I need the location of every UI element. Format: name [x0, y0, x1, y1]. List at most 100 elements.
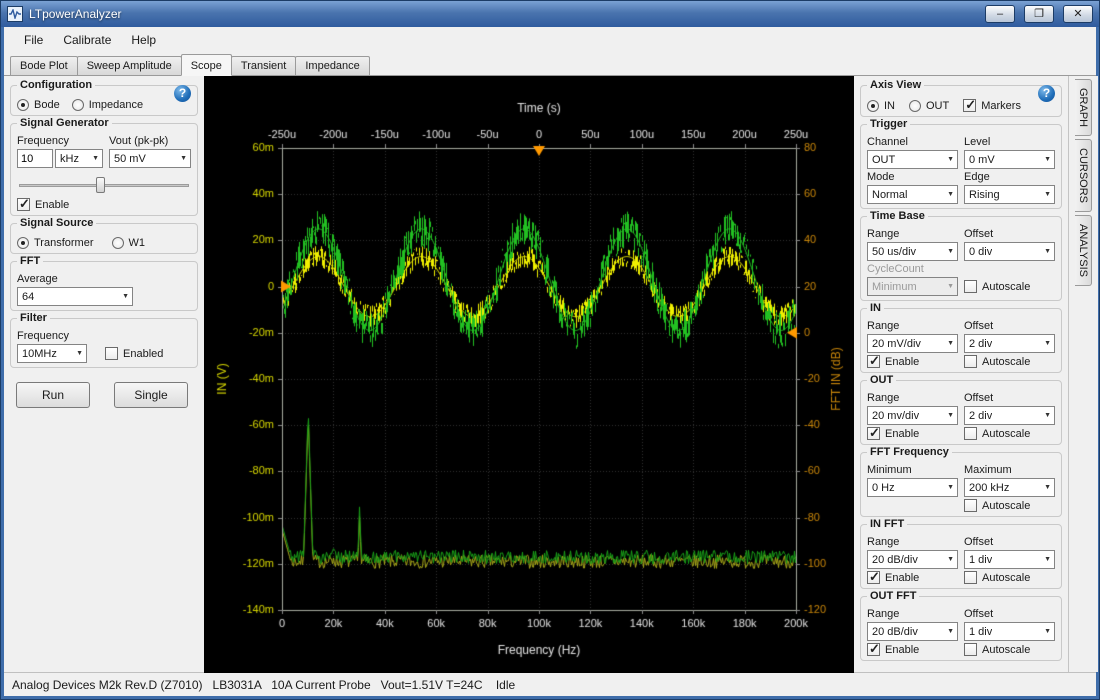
- help-icon[interactable]: ?: [1038, 85, 1055, 102]
- checkbox-icon: [964, 643, 977, 656]
- in-axis-title: IN: [867, 302, 884, 314]
- filter-frequency-select[interactable]: 10MHz ▼: [17, 344, 87, 363]
- chevron-down-icon: ▼: [946, 556, 955, 563]
- filter-group: Filter Frequency 10MHz ▼ Enabled: [10, 318, 198, 368]
- radio-bode[interactable]: Bode: [17, 99, 60, 111]
- timebase-range-select[interactable]: 50 us/div ▼: [867, 242, 958, 261]
- radio-icon: [17, 237, 29, 249]
- vout-select[interactable]: 50 mV ▼: [109, 149, 191, 168]
- checkbox-icon: [963, 99, 976, 112]
- range-label: Range: [867, 320, 958, 332]
- fft-frequency-group: FFT Frequency Minimum Maximum 0 Hz ▼ 200…: [860, 452, 1062, 517]
- radio-axis-in[interactable]: IN: [867, 100, 895, 112]
- frequency-unit-select[interactable]: kHz ▼: [55, 149, 103, 168]
- maximize-button[interactable]: ❐: [1024, 5, 1054, 23]
- out-axis-group: OUT Range Offset 20 mv/div ▼ 2 div ▼: [860, 380, 1062, 445]
- chevron-down-icon: ▼: [946, 484, 955, 491]
- in-autoscale-checkbox[interactable]: Autoscale: [964, 355, 1055, 368]
- sg-enable-checkbox[interactable]: Enable: [17, 198, 191, 211]
- side-tab-analysis[interactable]: ANALYSIS: [1075, 215, 1092, 286]
- scope-plot-canvas[interactable]: [204, 76, 854, 673]
- markers-checkbox[interactable]: Markers: [963, 99, 1021, 112]
- timebase-autoscale-checkbox[interactable]: Autoscale: [964, 280, 1055, 293]
- fftfreq-max-select[interactable]: 200 kHz ▼: [964, 478, 1055, 497]
- checkbox-icon: [964, 571, 977, 584]
- menu-item-help[interactable]: Help: [121, 29, 166, 51]
- trigger-mode-select[interactable]: Normal ▼: [867, 185, 958, 204]
- trigger-group: Trigger Channel Level OUT ▼ 0 mV ▼ Mode: [860, 124, 1062, 209]
- close-button[interactable]: ✕: [1063, 5, 1093, 23]
- filter-enabled-checkbox[interactable]: Enabled: [105, 347, 163, 360]
- timebase-offset-select[interactable]: 0 div ▼: [964, 242, 1055, 261]
- radio-impedance[interactable]: Impedance: [72, 99, 143, 111]
- trigger-level-select[interactable]: 0 mV ▼: [964, 150, 1055, 169]
- maximum-label: Maximum: [964, 464, 1055, 476]
- tab-impedance[interactable]: Impedance: [295, 56, 369, 75]
- tab-sweep-amplitude[interactable]: Sweep Amplitude: [77, 56, 182, 75]
- tab-transient[interactable]: Transient: [231, 56, 296, 75]
- amplitude-slider[interactable]: [19, 176, 189, 194]
- radio-axis-out[interactable]: OUT: [909, 100, 949, 112]
- radio-icon: [867, 100, 879, 112]
- cyclecount-label: CycleCount: [867, 263, 958, 275]
- side-tab-cursors[interactable]: CURSORS: [1075, 139, 1092, 212]
- trigger-edge-select[interactable]: Rising ▼: [964, 185, 1055, 204]
- out-fft-title: OUT FFT: [867, 590, 919, 602]
- fft-average-select[interactable]: 64 ▼: [17, 287, 133, 306]
- outfft-offset-select[interactable]: 1 div ▼: [964, 622, 1055, 641]
- checkbox-icon: [867, 427, 880, 440]
- out-autoscale-checkbox[interactable]: Autoscale: [964, 427, 1055, 440]
- axis-view-title: Axis View: [867, 79, 924, 91]
- in-offset-select[interactable]: 2 div ▼: [964, 334, 1055, 353]
- tab-bar: Bode Plot Sweep Amplitude Scope Transien…: [4, 53, 1096, 76]
- window-titlebar[interactable]: LTpowerAnalyzer – ❐ ✕: [1, 1, 1099, 27]
- vout-label: Vout (pk-pk): [109, 135, 191, 147]
- in-enable-checkbox[interactable]: Enable: [867, 355, 958, 368]
- menu-item-file[interactable]: File: [14, 29, 53, 51]
- trigger-channel-select[interactable]: OUT ▼: [867, 150, 958, 169]
- out-enable-checkbox[interactable]: Enable: [867, 427, 958, 440]
- tab-scope[interactable]: Scope: [181, 54, 232, 76]
- run-button[interactable]: Run: [16, 382, 90, 408]
- infft-offset-select[interactable]: 1 div ▼: [964, 550, 1055, 569]
- infft-autoscale-checkbox[interactable]: Autoscale: [964, 571, 1055, 584]
- minimize-button[interactable]: –: [985, 5, 1015, 23]
- out-range-select[interactable]: 20 mv/div ▼: [867, 406, 958, 425]
- offset-label: Offset: [964, 228, 1055, 240]
- app-window: LTpowerAnalyzer – ❐ ✕ File Calibrate Hel…: [0, 0, 1100, 700]
- chevron-down-icon: ▼: [91, 155, 100, 162]
- chevron-down-icon: ▼: [946, 156, 955, 163]
- slider-thumb[interactable]: [96, 177, 105, 193]
- chevron-down-icon: ▼: [946, 191, 955, 198]
- chevron-down-icon: ▼: [946, 248, 955, 255]
- frequency-input[interactable]: [17, 149, 53, 168]
- infft-range-select[interactable]: 20 dB/div ▼: [867, 550, 958, 569]
- fft-frequency-title: FFT Frequency: [867, 446, 952, 458]
- axis-view-group: Axis View ? IN OUT Markers: [860, 85, 1062, 117]
- outfft-range-select[interactable]: 20 dB/div ▼: [867, 622, 958, 641]
- fftfreq-autoscale-checkbox[interactable]: Autoscale: [964, 499, 1055, 512]
- outfft-autoscale-checkbox[interactable]: Autoscale: [964, 643, 1055, 656]
- chevron-down-icon: ▼: [1043, 340, 1052, 347]
- chevron-down-icon: ▼: [1043, 484, 1052, 491]
- single-button[interactable]: Single: [114, 382, 188, 408]
- tab-bode-plot[interactable]: Bode Plot: [10, 56, 78, 75]
- offset-label: Offset: [964, 392, 1055, 404]
- checkbox-icon: [964, 280, 977, 293]
- infft-enable-checkbox[interactable]: Enable: [867, 571, 958, 584]
- fftfreq-min-select[interactable]: 0 Hz ▼: [867, 478, 958, 497]
- left-panel: Configuration ? Bode Impedance: [4, 76, 204, 672]
- in-range-select[interactable]: 20 mV/div ▼: [867, 334, 958, 353]
- chevron-down-icon: ▼: [946, 283, 955, 290]
- help-icon[interactable]: ?: [174, 85, 191, 102]
- menu-item-calibrate[interactable]: Calibrate: [53, 29, 121, 51]
- chevron-down-icon: ▼: [946, 628, 955, 635]
- checkbox-icon: [17, 198, 30, 211]
- radio-w1[interactable]: W1: [112, 237, 146, 249]
- outfft-enable-checkbox[interactable]: Enable: [867, 643, 958, 656]
- radio-transformer[interactable]: Transformer: [17, 237, 94, 249]
- side-tab-graph[interactable]: GRAPH: [1075, 79, 1092, 136]
- out-offset-select[interactable]: 2 div ▼: [964, 406, 1055, 425]
- checkbox-icon: [964, 499, 977, 512]
- range-label: Range: [867, 392, 958, 404]
